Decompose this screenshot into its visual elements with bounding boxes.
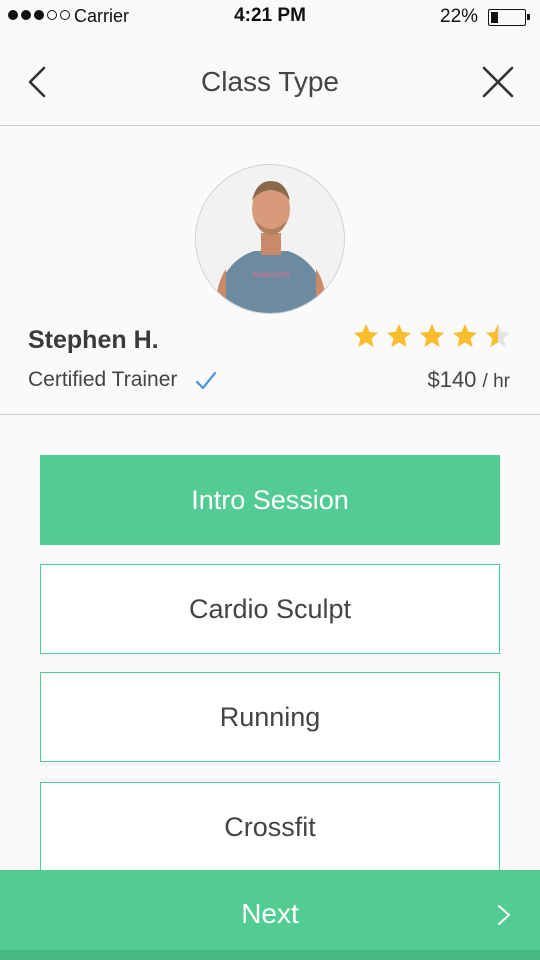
- trainer-price: $140 / hr: [427, 367, 510, 393]
- divider: [0, 414, 540, 415]
- class-option-running[interactable]: Running: [40, 672, 500, 762]
- trainer-rating: [352, 322, 512, 350]
- battery-percentage: 22%: [440, 6, 479, 27]
- battery-icon: [488, 9, 530, 26]
- svg-text:soulcycle: soulcycle: [252, 270, 289, 279]
- trainer-photo: soulcycle: [196, 165, 344, 313]
- next-button[interactable]: Next: [0, 870, 540, 960]
- checkmark-icon: [195, 371, 217, 390]
- class-option-intro-session[interactable]: Intro Session: [40, 455, 500, 545]
- page-title: Class Type: [201, 66, 339, 97]
- status-bar: Carrier 4:21 PM 22%: [0, 0, 540, 36]
- close-button[interactable]: [478, 62, 518, 102]
- class-option-label: Running: [219, 701, 321, 732]
- class-option-label: Cardio Sculpt: [188, 593, 352, 624]
- price-unit: / hr: [482, 371, 510, 392]
- star-icon: [354, 324, 378, 347]
- star-icon: [387, 324, 411, 347]
- close-icon: [482, 66, 514, 98]
- price-amount: $140: [427, 367, 477, 392]
- trainer-role: Certified Trainer: [28, 368, 178, 391]
- class-option-label: Crossfit: [224, 811, 316, 842]
- class-option-label: Intro Session: [191, 484, 349, 515]
- next-label: Next: [241, 898, 299, 929]
- navigation-bar: Class Type: [0, 36, 540, 126]
- home-indicator-bar: [0, 950, 540, 960]
- star-icon: [486, 324, 510, 347]
- star-icon: [453, 324, 477, 347]
- trainer-avatar: soulcycle: [195, 164, 345, 314]
- class-option-crossfit[interactable]: Crossfit: [40, 782, 500, 872]
- star-icon: [420, 324, 444, 347]
- class-option-cardio-sculpt[interactable]: Cardio Sculpt: [40, 564, 500, 654]
- chevron-right-icon: [498, 905, 510, 925]
- trainer-name: Stephen H.: [28, 326, 159, 354]
